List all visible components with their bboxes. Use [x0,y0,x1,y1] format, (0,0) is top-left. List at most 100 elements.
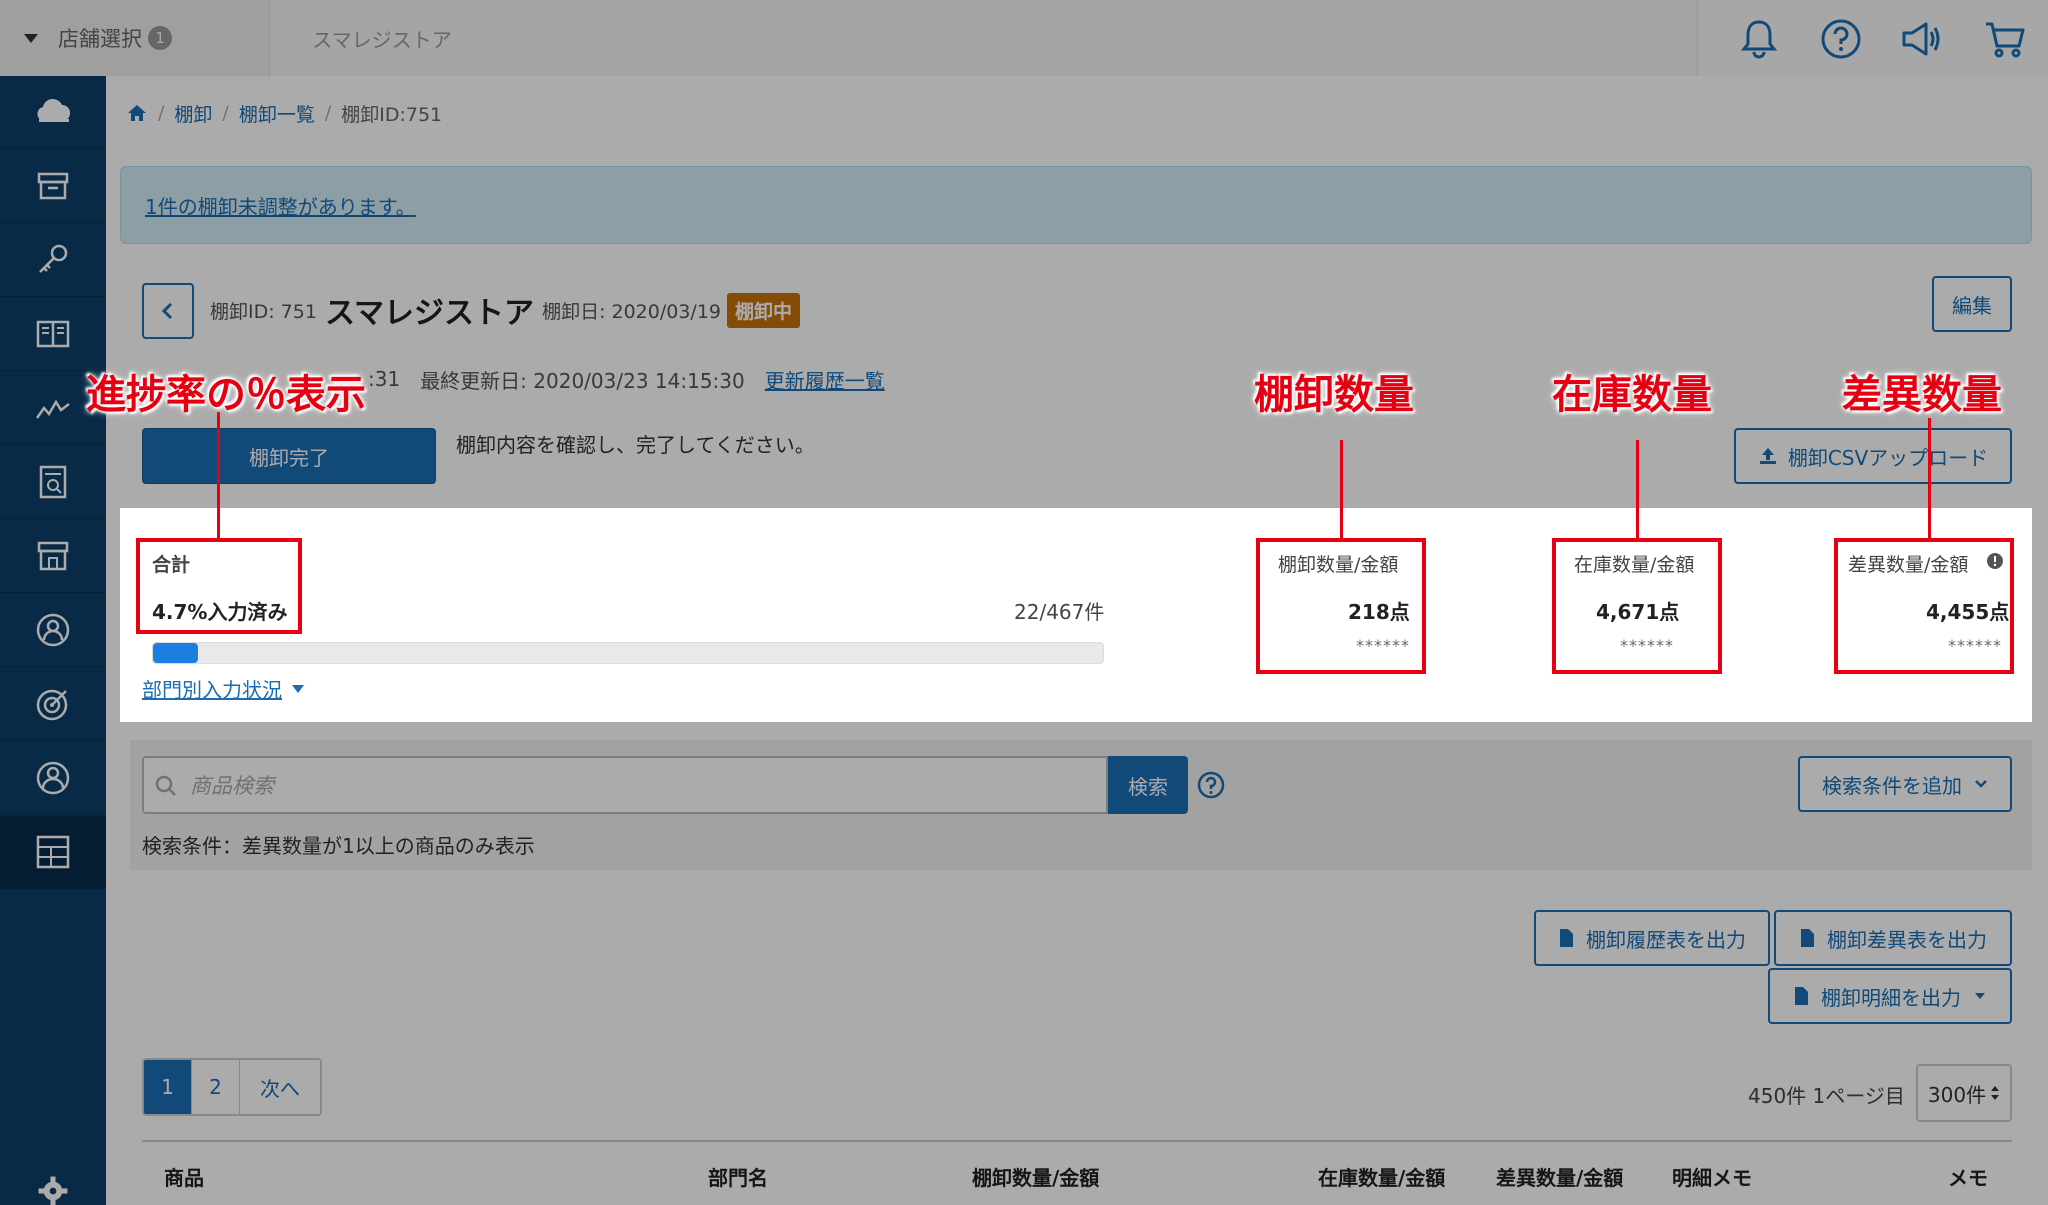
unadjusted-alert: 1件の棚卸未調整があります。 [120,166,2032,244]
help-icon[interactable] [1818,16,1864,62]
search-help-icon[interactable] [1196,770,1226,800]
annotation-line-progress [217,412,220,538]
stocktake-id: 棚卸ID: 751 [210,300,317,323]
document-icon [1795,987,1808,1005]
search-button[interactable]: 検索 [1108,756,1188,814]
cart-icon[interactable] [1982,16,2028,62]
sidebar-item-target[interactable] [0,668,106,741]
per-page-select[interactable]: 300件 [1916,1064,2012,1122]
stocktake-header: 棚卸ID: 751 スマレジストア 棚卸日: 2020/03/19 棚卸中 [210,288,801,332]
col-difference-qty[interactable]: 差異数量/金額 [1496,1162,1623,1191]
report-icon [39,465,67,499]
home-icon[interactable] [126,103,148,123]
annotation-box-progress [136,538,302,634]
breadcrumb-item-stocktake[interactable]: 棚卸 [174,100,212,127]
sidebar-item-account[interactable] [0,742,106,815]
search-input[interactable]: 商品検索 [142,756,1108,814]
col-stocktake-qty[interactable]: 棚卸数量/金額 [972,1162,1099,1191]
col-product[interactable]: 商品 [164,1162,204,1191]
export-history-button[interactable]: 棚卸履歴表を出力 [1534,910,1770,966]
breadcrumb: / 棚卸 / 棚卸一覧 / 棚卸ID:751 [126,98,442,128]
col-inventory-qty[interactable]: 在庫数量/金額 [1318,1162,1445,1191]
current-store-chip[interactable]: スマレジストア [300,16,464,60]
stocktake-store-name: スマレジストア [324,296,535,331]
cloud-icon [37,98,71,122]
col-department[interactable]: 部門名 [708,1162,768,1191]
updated-date: 最終更新日: 2020/03/23 14:15:30 [420,368,745,393]
upload-icon [1759,448,1776,464]
progress-count: 22/467件 [1014,600,1105,624]
page-2[interactable]: 2 [192,1060,240,1114]
history-link[interactable]: 更新履歴一覧 [765,365,885,394]
table-header: 商品 部門名 棚卸数量/金額 在庫数量/金額 差異数量/金額 明細メモ メモ [142,1140,2012,1205]
document-icon [1560,929,1573,947]
annotation-box-inventory [1552,538,1722,674]
sidebar-item-key[interactable] [0,224,106,297]
sidebar-item-inventory[interactable] [0,816,106,889]
department-status-link[interactable]: 部門別入力状況 [142,674,304,703]
col-detail-memo[interactable]: 明細メモ [1672,1162,1752,1191]
add-condition-button[interactable]: 検索条件を追加 [1798,756,2012,812]
store-count-badge: 1 [148,26,172,50]
sidebar-item-book[interactable] [0,298,106,371]
export-difference-button[interactable]: 棚卸差異表を出力 [1774,910,2012,966]
progress-bar [152,642,1104,664]
caret-down-icon [24,33,38,43]
per-page-value: 300件 [1927,1082,1987,1107]
page-1[interactable]: 1 [144,1060,192,1114]
megaphone-icon[interactable] [1898,16,1944,62]
annotation-line-stocktake [1340,440,1343,538]
book-icon [36,320,70,348]
sidebar-item-store[interactable] [0,520,106,593]
status-badge: 棚卸中 [727,292,801,328]
export-detail-label: 棚卸明細を出力 [1821,985,1961,1010]
page-info: 450件 1ページ目 [1748,1084,1905,1108]
annotation-box-stocktake [1256,538,1426,674]
department-status-label: 部門別入力状況 [142,678,282,702]
next-page[interactable]: 次へ [240,1060,320,1114]
sidebar-item-report[interactable] [0,446,106,519]
breadcrumb-item-list[interactable]: 棚卸一覧 [239,100,315,127]
annotation-line-inventory [1636,440,1639,538]
add-condition-label: 検索条件を追加 [1822,773,1962,798]
csv-upload-label: 棚卸CSVアップロード [1787,445,1989,470]
sidebar-item-cloud[interactable] [0,76,106,149]
annotation-line-difference [1928,418,1931,538]
progress-bar-fill [153,643,198,663]
annotation-difference: 差異数量 [1842,372,2002,418]
search-condition-text: 検索条件：差異数量が1以上の商品のみ表示 [142,834,535,858]
store-icon [37,541,69,571]
search-icon [155,775,176,796]
back-button[interactable] [142,283,194,339]
export-history-label: 棚卸履歴表を出力 [1586,927,1746,952]
created-date-partial: :31 [368,367,401,391]
archive-icon [37,172,69,200]
breadcrumb-item-current: 棚卸ID:751 [341,103,443,126]
annotation-progress: 進捗率の％表示 [86,372,366,418]
annotation-inventory: 在庫数量 [1552,372,1712,418]
export-detail-button[interactable]: 棚卸明細を出力 [1768,968,2012,1024]
col-memo[interactable]: メモ [1948,1162,1988,1191]
gear-icon [38,1176,68,1205]
csv-upload-button[interactable]: 棚卸CSVアップロード [1734,428,2012,484]
store-select-dropdown[interactable]: 店舗選択 1 [0,0,270,76]
sidebar-item-user[interactable] [0,594,106,667]
edit-button[interactable]: 編集 [1932,276,2012,332]
sidebar [0,76,106,1205]
target-icon [36,689,68,721]
user-icon [36,613,70,647]
document-icon [1801,929,1814,947]
bell-icon[interactable] [1736,16,1782,62]
sidebar-item-archive[interactable] [0,150,106,223]
account-icon [36,761,70,795]
unadjusted-alert-link[interactable]: 1件の棚卸未調整があります。 [145,191,416,220]
key-icon [39,244,68,273]
sidebar-item-settings[interactable] [0,1154,106,1205]
sort-icon [1991,1086,2000,1100]
annotation-box-difference [1834,538,2014,674]
annotation-stocktake: 棚卸数量 [1254,372,1414,418]
complete-button[interactable]: 棚卸完了 [142,428,436,484]
export-difference-label: 棚卸差異表を出力 [1827,927,1987,952]
pagination: 1 2 次へ [142,1058,322,1116]
caret-down-icon [292,684,304,693]
